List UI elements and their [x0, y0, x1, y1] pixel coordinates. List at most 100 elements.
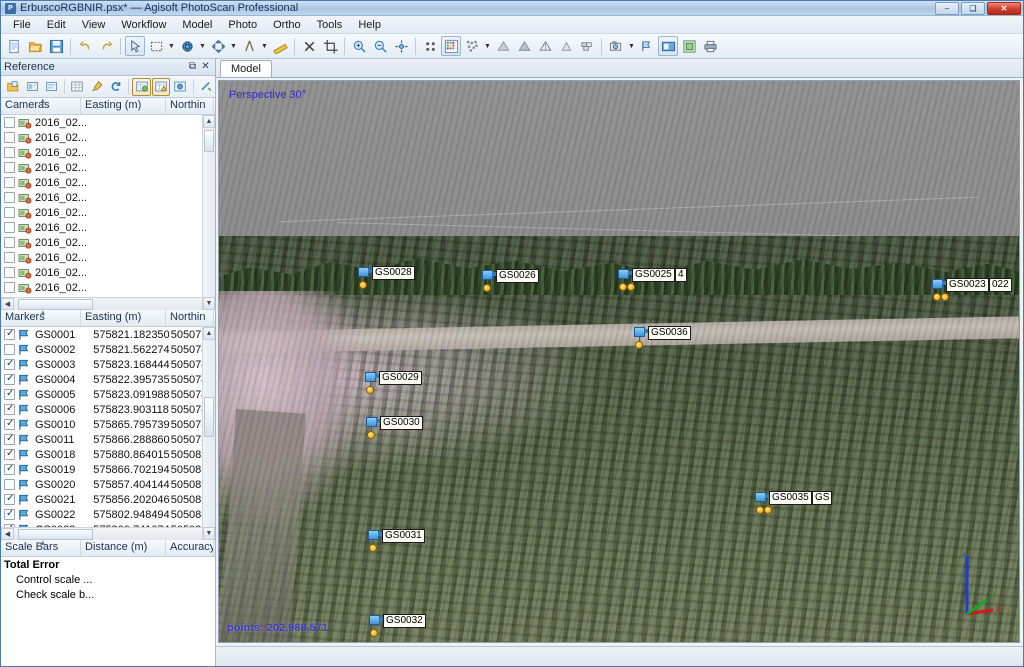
cameras-scrollbar[interactable]: ▲ ▼: [202, 115, 215, 310]
hscroll-left-icon[interactable]: ◀: [1, 298, 14, 310]
markers-rows[interactable]: GS0001575821.1823505050739GS0002575821.5…: [1, 327, 215, 527]
table-row[interactable]: GS0005575823.0919885050743: [1, 387, 215, 402]
wireframe-model-icon[interactable]: [535, 36, 555, 56]
table-row[interactable]: 2016_02...: [1, 190, 215, 205]
menu-workflow[interactable]: Workflow: [113, 17, 174, 33]
table-row[interactable]: 2016_02...: [1, 205, 215, 220]
crop-icon[interactable]: [320, 36, 340, 56]
chevron-down-icon[interactable]: ▼: [167, 36, 176, 56]
scroll-down-icon[interactable]: ▼: [203, 297, 215, 310]
row-checkbox[interactable]: [4, 237, 15, 248]
classified-cloud-icon[interactable]: [462, 36, 482, 56]
list-item[interactable]: Check scale b...: [1, 588, 215, 603]
scroll-down-icon-2[interactable]: ▼: [203, 527, 215, 540]
scalebars-rows[interactable]: Total Error Control scale ... Check scale …: [1, 557, 215, 666]
reset-view-icon[interactable]: [391, 36, 411, 56]
scalebars-column-name[interactable]: Scale Bars: [1, 540, 81, 556]
close-panel-icon[interactable]: ✕: [199, 61, 212, 74]
row-checkbox[interactable]: [4, 207, 15, 218]
optimize-icon[interactable]: [132, 77, 151, 96]
table-row[interactable]: 2016_02...: [1, 235, 215, 250]
markers-column-easting[interactable]: Easting (m): [81, 310, 166, 326]
row-checkbox[interactable]: [4, 162, 15, 173]
solid-model-icon[interactable]: [514, 36, 534, 56]
table-row[interactable]: 2016_02...: [1, 115, 215, 130]
marker-point-icon[interactable]: [369, 544, 377, 552]
rectangle-select-icon[interactable]: [146, 36, 166, 56]
table-row[interactable]: 2016_02...: [1, 220, 215, 235]
tools-icon[interactable]: [197, 78, 215, 96]
markers-column-northing[interactable]: Northin: [166, 310, 214, 326]
row-checkbox[interactable]: [4, 493, 15, 505]
calibration-icon[interactable]: [151, 77, 171, 96]
new-document-icon[interactable]: [4, 36, 24, 56]
table-row[interactable]: GS0022575802.9484945050889: [1, 507, 215, 522]
zoom-in-icon[interactable]: [349, 36, 369, 56]
chevron-down-icon-6[interactable]: ▼: [627, 36, 636, 56]
show-markers-icon[interactable]: [637, 36, 657, 56]
marker-point-icon[interactable]: [933, 293, 941, 301]
row-checkbox[interactable]: [4, 448, 15, 460]
row-checkbox[interactable]: [4, 433, 15, 445]
table-row[interactable]: GS0021575856.2020465050895: [1, 492, 215, 507]
cursor-arrow-icon[interactable]: [125, 36, 145, 56]
table-row[interactable]: GS0018575880.8640155050829: [1, 447, 215, 462]
table-row[interactable]: 2016_02...: [1, 130, 215, 145]
marker-point-icon-2[interactable]: [627, 283, 635, 291]
show-region-icon[interactable]: [679, 36, 699, 56]
row-checkbox[interactable]: [4, 463, 15, 475]
table-row[interactable]: 2016_02...: [1, 280, 215, 295]
table-row[interactable]: GS0020 575857.404144 5050893: [1, 477, 215, 492]
move-object-icon[interactable]: [208, 36, 228, 56]
row-checkbox[interactable]: [4, 132, 15, 143]
printer-icon[interactable]: [700, 36, 720, 56]
row-checkbox[interactable]: [4, 252, 15, 263]
marker-point-icon[interactable]: [367, 431, 375, 439]
row-checkbox[interactable]: [4, 192, 15, 203]
table-row[interactable]: 2016_02...: [1, 265, 215, 280]
marker-point-icon[interactable]: [635, 341, 643, 349]
tab-model[interactable]: Model: [220, 60, 272, 77]
scroll-up-icon[interactable]: ▲: [203, 115, 215, 128]
menu-view[interactable]: View: [74, 17, 114, 33]
camera-icon[interactable]: [606, 36, 626, 56]
cameras-column-northing[interactable]: Northin: [166, 98, 214, 114]
menu-help[interactable]: Help: [350, 17, 389, 33]
zoom-out-icon[interactable]: [370, 36, 390, 56]
float-panel-icon[interactable]: ⧉: [186, 61, 199, 74]
points-grid-icon[interactable]: [420, 36, 440, 56]
table-row[interactable]: GS0006575823.9031185050743: [1, 402, 215, 417]
eyedropper-icon[interactable]: [88, 78, 106, 96]
table-row[interactable]: GS0004575822.3957355050742: [1, 372, 215, 387]
row-checkbox[interactable]: [4, 388, 15, 400]
model-viewport[interactable]: Perspective 30° points: 202,988,571 GS00…: [218, 80, 1020, 643]
maximize-button[interactable]: ❑: [961, 2, 985, 15]
row-checkbox[interactable]: [4, 479, 15, 490]
row-checkbox[interactable]: [4, 508, 15, 520]
shaded-model-icon[interactable]: [493, 36, 513, 56]
hscroll-thumb[interactable]: [18, 298, 93, 310]
rotate-object-icon[interactable]: [177, 36, 197, 56]
row-checkbox[interactable]: [4, 328, 15, 340]
row-checkbox[interactable]: [4, 147, 15, 158]
redo-arrow-icon[interactable]: [96, 36, 116, 56]
list-item[interactable]: Total Error: [1, 558, 215, 573]
marker-point-icon[interactable]: [619, 283, 627, 291]
undo-arrow-icon[interactable]: [75, 36, 95, 56]
row-checkbox[interactable]: [4, 523, 15, 527]
row-checkbox[interactable]: [4, 373, 15, 385]
hscroll-left-icon-2[interactable]: ◀: [1, 528, 14, 540]
row-checkbox[interactable]: [4, 418, 15, 430]
table-row[interactable]: GS0010575865.7957395050784: [1, 417, 215, 432]
marker-pin-icon[interactable]: [239, 36, 259, 56]
menu-model[interactable]: Model: [174, 17, 220, 33]
markers-scrollbar[interactable]: ▲ ▼: [202, 327, 215, 540]
row-checkbox[interactable]: [4, 358, 15, 370]
convert-icon[interactable]: [43, 78, 61, 96]
marker-point-icon-2[interactable]: [941, 293, 949, 301]
menu-ortho[interactable]: Ortho: [265, 17, 309, 33]
marker-point-icon[interactable]: [366, 386, 374, 394]
cameras-rows[interactable]: 2016_02... 2016_02... 2016_02... 2016_02...…: [1, 115, 215, 297]
table-row[interactable]: GS0003575823.1684445050742: [1, 357, 215, 372]
chevron-down-icon-4[interactable]: ▼: [260, 36, 269, 56]
